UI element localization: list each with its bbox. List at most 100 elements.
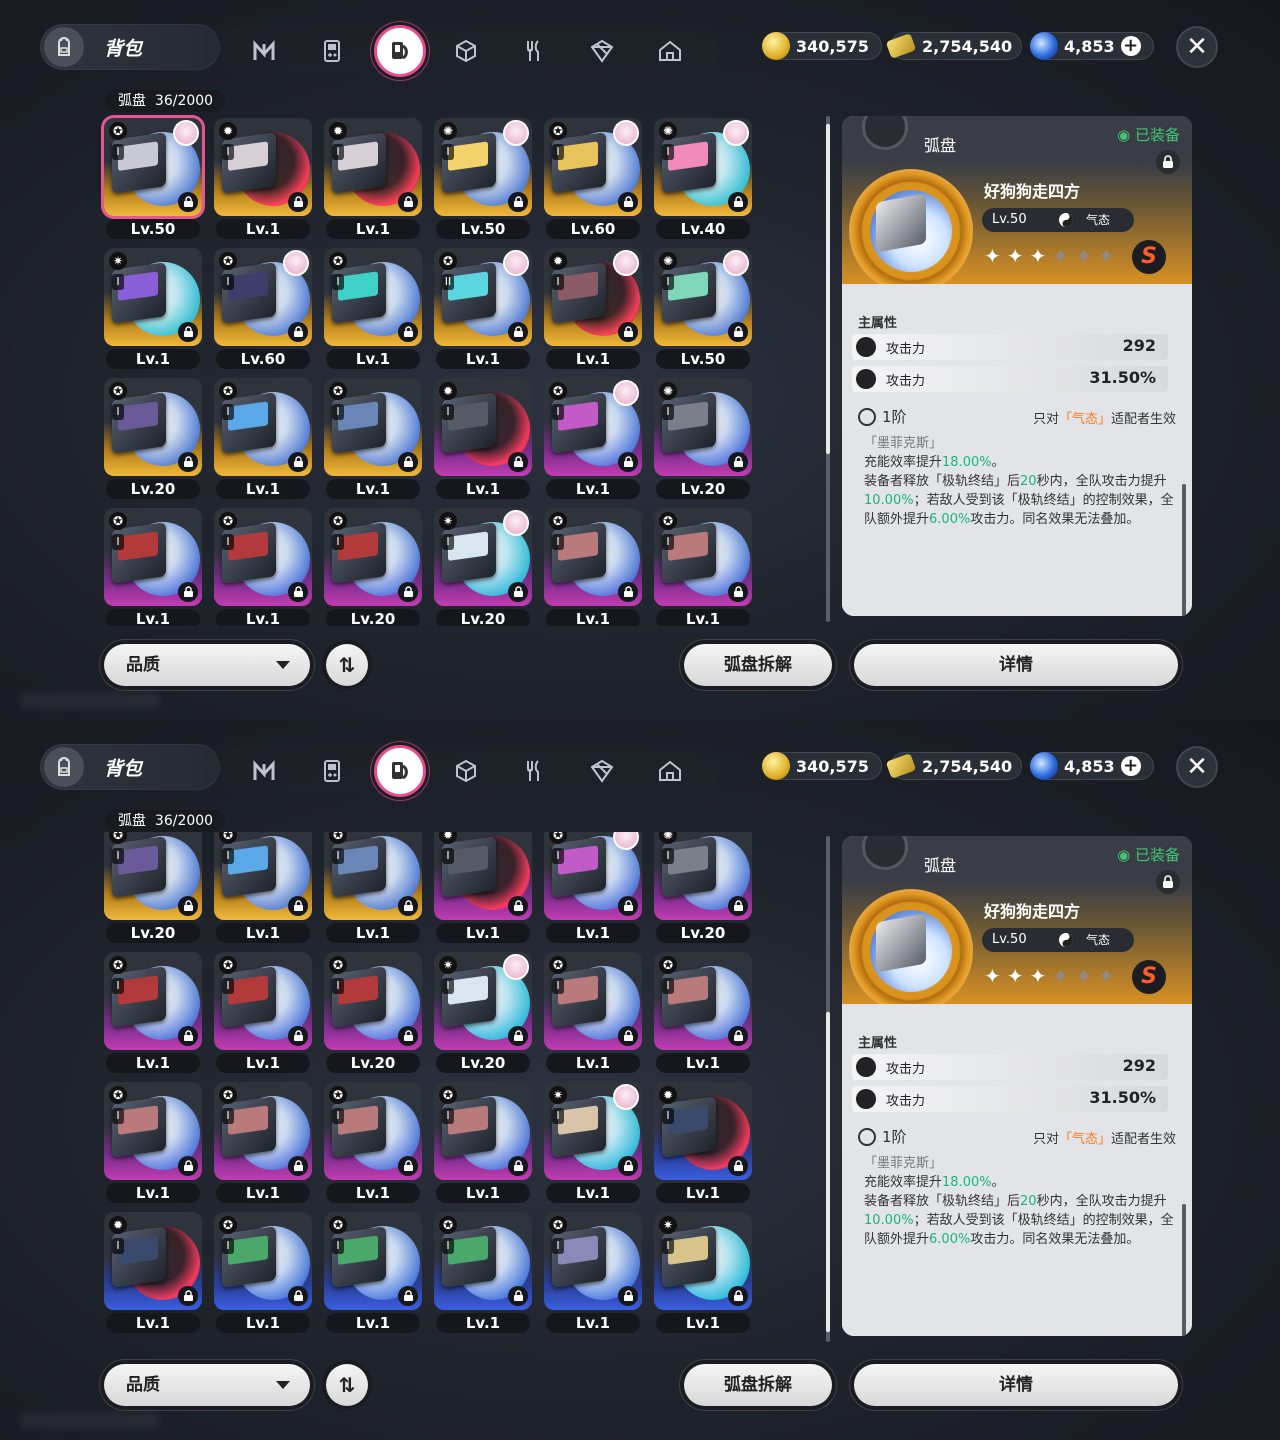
- agent-tab[interactable]: [246, 753, 282, 789]
- disc-case-art: [222, 1226, 276, 1288]
- detail-scrollbar[interactable]: [1182, 1204, 1186, 1336]
- disc-card[interactable]: ✪ I Lv.1: [324, 1082, 422, 1203]
- slot-number: I: [442, 534, 454, 550]
- disc-card[interactable]: ✪ I Lv.1: [214, 1212, 312, 1333]
- tier-note: 只对「气态」适配者生效: [1032, 412, 1176, 427]
- currency-gold[interactable]: 340,575: [762, 32, 882, 60]
- details-button[interactable]: 详情: [854, 1364, 1178, 1406]
- disc-case-art: [112, 1096, 166, 1158]
- dismantle-button[interactable]: 弧盘拆解: [684, 1364, 832, 1406]
- lock-icon: [618, 322, 638, 342]
- disc-card[interactable]: ✪ I Lv.1: [104, 952, 202, 1073]
- disc-card[interactable]: ✪ I Lv.1: [544, 832, 642, 943]
- disc-card[interactable]: ✪ I Lv.1: [324, 832, 422, 943]
- gift-tab[interactable]: [584, 33, 620, 69]
- detail-scrollbar[interactable]: [1182, 484, 1186, 616]
- disc-card[interactable]: ✪ I Lv.60: [544, 118, 642, 239]
- disc-card[interactable]: ✹ I Lv.1: [214, 118, 312, 239]
- food-tab[interactable]: [516, 33, 552, 69]
- agent-tab[interactable]: [246, 33, 282, 69]
- lock-toggle-button[interactable]: [1156, 870, 1180, 894]
- sort-order-button[interactable]: ⇅: [326, 644, 368, 686]
- disc-card[interactable]: ✹ I Lv.1: [544, 248, 642, 369]
- gameboy-icon: [324, 760, 340, 782]
- sort-dropdown[interactable]: 品质: [104, 644, 310, 686]
- disc-card[interactable]: ✪ I Lv.1: [104, 508, 202, 626]
- disc-card[interactable]: ✪ I Lv.1: [434, 1212, 532, 1333]
- slot-number: I: [552, 978, 564, 994]
- home-tab[interactable]: [652, 753, 688, 789]
- disc-card[interactable]: ✹ I Lv.1: [324, 118, 422, 239]
- disc-card[interactable]: ✪ I Lv.1: [214, 832, 312, 943]
- attribute-icon: ✪: [329, 1086, 347, 1104]
- drive-disc-tab[interactable]: [374, 745, 426, 797]
- disc-card[interactable]: ✪ I Lv.1: [544, 952, 642, 1073]
- currency-ticket[interactable]: 2,754,540: [885, 752, 1022, 780]
- drive-disc-tab[interactable]: [374, 25, 426, 77]
- disc-card[interactable]: ✷ I Lv.1: [104, 248, 202, 369]
- disc-card[interactable]: ✪ I Lv.20: [104, 832, 202, 943]
- engine-tab[interactable]: [314, 753, 350, 789]
- disc-card[interactable]: ✺ I Lv.50: [654, 248, 752, 369]
- disc-card[interactable]: ✹ I Lv.1: [434, 832, 532, 943]
- disc-card[interactable]: ✹ I Lv.1: [434, 378, 532, 499]
- disc-card[interactable]: ✪ I Lv.1: [544, 1212, 642, 1333]
- disc-card[interactable]: ✷ I Lv.1: [654, 1212, 752, 1333]
- home-tab[interactable]: [652, 33, 688, 69]
- gift-tab[interactable]: [584, 753, 620, 789]
- add-currency-button[interactable]: +: [1120, 36, 1141, 56]
- slot-number: I: [112, 848, 124, 864]
- disc-card[interactable]: ✷ I Lv.1: [544, 1082, 642, 1203]
- details-button[interactable]: 详情: [854, 644, 1178, 686]
- currency-polychrome[interactable]: 4,853 +: [1030, 752, 1154, 780]
- disc-card[interactable]: ✺ I Lv.50: [434, 118, 532, 239]
- engine-tab[interactable]: [314, 33, 350, 69]
- disc-card[interactable]: ✪ I Lv.20: [324, 952, 422, 1073]
- grid-scrollbar-thumb[interactable]: [826, 1012, 830, 1332]
- disc-card[interactable]: ✪ I Lv.1: [214, 952, 312, 1073]
- disc-card[interactable]: ✷ I Lv.20: [434, 952, 532, 1073]
- disc-card[interactable]: ✪ I Lv.1: [544, 378, 642, 499]
- disc-card[interactable]: ✪ I Lv.1: [324, 378, 422, 499]
- disc-card[interactable]: ✪ I Lv.1: [544, 508, 642, 626]
- currency-gold[interactable]: 340,575: [762, 752, 882, 780]
- disc-card[interactable]: ✺ I Lv.20: [654, 378, 752, 499]
- food-tab[interactable]: [516, 753, 552, 789]
- disc-card[interactable]: ✹ I Lv.1: [654, 1082, 752, 1203]
- close-button[interactable]: ✕: [1176, 746, 1218, 788]
- disc-card[interactable]: ✺ I Lv.40: [654, 118, 752, 239]
- star-icon: ✦: [1029, 244, 1053, 268]
- currency-ticket[interactable]: 2,754,540: [885, 32, 1022, 60]
- disc-card[interactable]: ✪ I Lv.1: [324, 248, 422, 369]
- disc-level-label: Lv.1: [216, 1053, 310, 1073]
- lock-toggle-button[interactable]: [1156, 150, 1180, 174]
- disc-card[interactable]: ✪ I Lv.1: [654, 508, 752, 626]
- sort-dropdown[interactable]: 品质: [104, 1364, 310, 1406]
- disc-card[interactable]: ✪ I Lv.50: [104, 118, 202, 239]
- disc-card[interactable]: ✪ I Lv.20: [324, 508, 422, 626]
- disc-card[interactable]: ✪ I Lv.1: [654, 952, 752, 1073]
- add-currency-button[interactable]: +: [1120, 756, 1141, 776]
- disc-card[interactable]: ✪ I Lv.1: [434, 1082, 532, 1203]
- disc-card[interactable]: ✪ I Lv.1: [214, 1082, 312, 1203]
- close-button[interactable]: ✕: [1176, 26, 1218, 68]
- materials-tab[interactable]: [448, 753, 484, 789]
- disc-card[interactable]: ✪ I Lv.60: [214, 248, 312, 369]
- materials-tab[interactable]: [448, 33, 484, 69]
- dismantle-button[interactable]: 弧盘拆解: [684, 644, 832, 686]
- disc-card[interactable]: ✺ I Lv.20: [654, 832, 752, 943]
- disc-card[interactable]: ✪ I Lv.1: [104, 1082, 202, 1203]
- disc-card[interactable]: ✪ I Lv.1: [324, 1212, 422, 1333]
- backpack-icon: [44, 27, 84, 67]
- grid-scrollbar[interactable]: [826, 116, 830, 622]
- sort-order-button[interactable]: ⇅: [326, 1364, 368, 1406]
- currency-polychrome[interactable]: 4,853 +: [1030, 32, 1154, 60]
- disc-card[interactable]: ✪ II Lv.1: [434, 248, 532, 369]
- grid-scrollbar-thumb[interactable]: [826, 124, 830, 454]
- disc-card[interactable]: ✪ I Lv.20: [104, 378, 202, 499]
- disc-card[interactable]: ✷ I Lv.20: [434, 508, 532, 626]
- disc-card[interactable]: ✹ I Lv.1: [104, 1212, 202, 1333]
- disc-card[interactable]: ✪ I Lv.1: [214, 508, 312, 626]
- disc-card[interactable]: ✪ I Lv.1: [214, 378, 312, 499]
- grid-scrollbar[interactable]: [826, 836, 830, 1342]
